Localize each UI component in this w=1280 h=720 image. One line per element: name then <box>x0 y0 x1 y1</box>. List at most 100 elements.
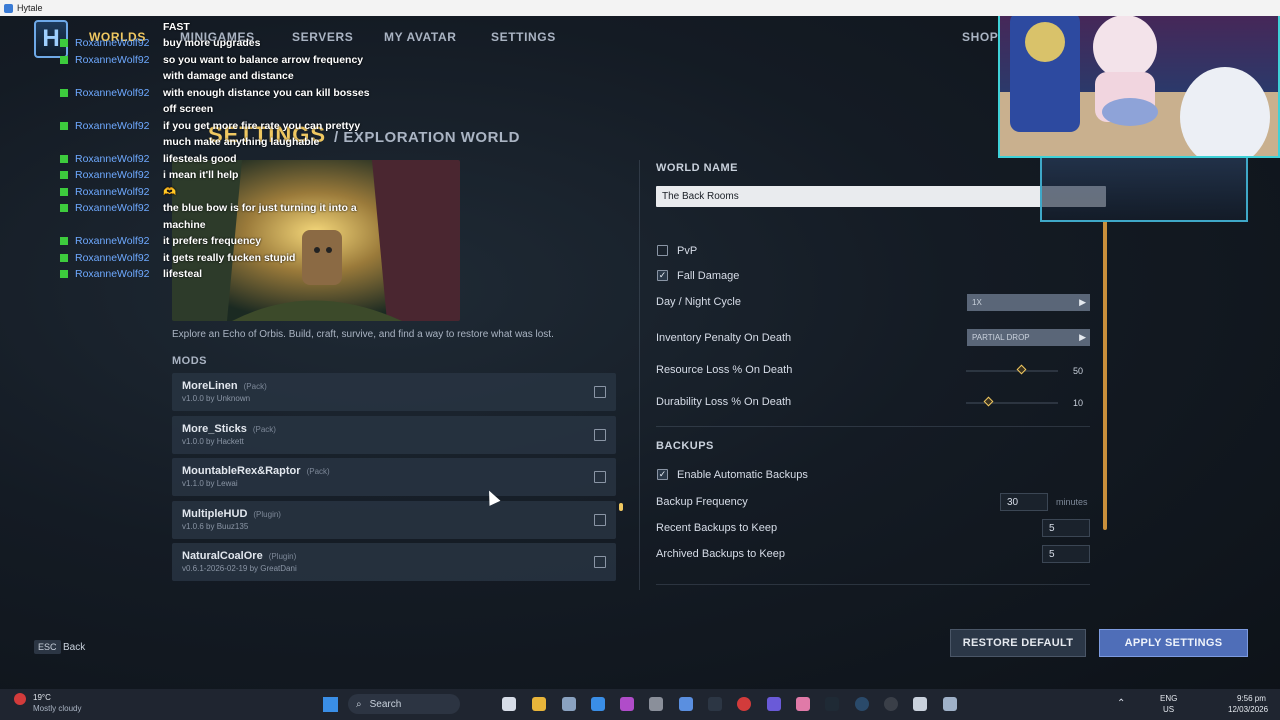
mod-checkbox[interactable] <box>594 471 606 484</box>
chat-message: the blue bow is for just turning it into… <box>163 202 357 231</box>
mod-type: (Pack) <box>243 382 267 391</box>
obs-icon[interactable] <box>884 697 898 711</box>
taskbar-search[interactable]: ⌕ Search <box>348 694 460 714</box>
mod-checkbox[interactable] <box>594 386 606 398</box>
window-titlebar: Hytale <box>0 0 1280 16</box>
mods-scrollbar[interactable] <box>619 503 623 511</box>
backup-frequency-unit: minutes <box>1056 497 1088 507</box>
chat-line: RoxanneWolf92 so you want to balance arro… <box>60 52 380 85</box>
chat-message: it prefers frequency <box>163 235 262 247</box>
discord-icon[interactable] <box>767 697 781 711</box>
pvp-checkbox[interactable] <box>657 245 668 256</box>
durability-loss-thumb[interactable] <box>983 396 994 407</box>
chat-message: i mean it'll help <box>163 169 239 181</box>
inventory-penalty-select[interactable]: PARTIAL DROP ▶ <box>967 329 1090 346</box>
chevron-right-icon: ▶ <box>1079 332 1086 342</box>
mod-row[interactable]: MountableRex&Raptor (Pack) v1.1.0 by Lewa… <box>172 458 616 497</box>
region-code[interactable]: US <box>1163 705 1174 714</box>
mod-row[interactable]: MultipleHUD (Plugin) v1.0.6 by Buuz135 <box>172 500 616 539</box>
chat-line: FAST <box>60 19 380 36</box>
clock-time[interactable]: 9:56 pm <box>1237 694 1266 703</box>
steam-icon[interactable] <box>855 697 869 711</box>
weather-desc: Mostly cloudy <box>33 704 82 713</box>
recent-backups-input[interactable]: 5 <box>1042 519 1090 537</box>
chat-badge-icon <box>60 39 68 47</box>
app-icon[interactable] <box>708 697 722 711</box>
durability-loss-slider[interactable] <box>966 402 1058 404</box>
chat-badge-icon <box>60 154 68 163</box>
chat-badge-icon <box>60 187 68 196</box>
fall-damage-checkbox[interactable]: ✓ <box>657 270 668 281</box>
world-name-label: WORLD NAME <box>656 162 738 174</box>
resource-loss-thumb[interactable] <box>1016 364 1027 375</box>
world-name-input[interactable]: The Back Rooms <box>656 186 1106 207</box>
mod-row[interactable]: NaturalCoalOre (Plugin) v0.6.1-2026-02-19… <box>172 543 616 582</box>
task-view-icon[interactable] <box>502 697 516 711</box>
world-description: Explore an Echo of Orbis. Build, craft, … <box>172 329 554 340</box>
chat-user: RoxanneWolf92 <box>75 251 150 264</box>
chat-badge-icon <box>60 121 68 130</box>
opera-icon[interactable] <box>737 697 751 711</box>
mod-name: MultipleHUD (Plugin) <box>182 508 281 520</box>
language-code[interactable]: ENG <box>1160 694 1177 703</box>
app-icon[interactable] <box>679 697 693 711</box>
app-icon[interactable] <box>913 697 927 711</box>
section-divider <box>656 584 1090 585</box>
auto-backups-checkbox[interactable]: ✓ <box>657 469 668 480</box>
nav-shop[interactable]: SHOP <box>962 30 998 44</box>
back-button[interactable]: Back <box>63 642 85 653</box>
backup-frequency-input[interactable]: 30 <box>1000 493 1048 511</box>
mod-type: (Pack) <box>306 467 330 477</box>
weather-temp: 19°C <box>33 693 51 702</box>
archived-backups-label: Archived Backups to Keep <box>656 548 786 560</box>
backup-frequency-label: Backup Frequency <box>656 496 748 508</box>
durability-loss-label: Durability Loss % On Death <box>656 396 792 408</box>
nav-settings[interactable]: SETTINGS <box>491 30 556 44</box>
chat-line: RoxanneWolf92 buy more upgrades <box>60 35 380 52</box>
chevron-up-icon[interactable]: ⌃ <box>1117 698 1125 709</box>
resource-loss-slider[interactable] <box>966 370 1058 372</box>
mod-checkbox[interactable] <box>594 513 606 526</box>
pvp-label: PvP <box>677 245 698 257</box>
mod-row[interactable]: More_Sticks (Pack) v1.0.0 by Hackett <box>172 415 616 454</box>
apply-settings-button[interactable]: APPLY SETTINGS <box>1099 629 1248 657</box>
app-icon[interactable] <box>825 697 839 711</box>
webcam-frame <box>1040 158 1248 222</box>
chat-message: FAST <box>163 20 190 33</box>
chat-line: RoxanneWolf92 lifesteals good <box>60 151 380 168</box>
chat-badge-icon <box>60 270 68 278</box>
chat-line: RoxanneWolf92 the blue bow is for just tu… <box>60 200 380 233</box>
day-night-select[interactable]: 1X ▶ <box>967 294 1090 311</box>
mods-list[interactable]: MoreLinen (Pack) v1.0.0 by Unknown More_S… <box>172 373 616 591</box>
app-icon[interactable] <box>649 697 663 711</box>
hytale-taskbar-icon[interactable] <box>943 697 957 711</box>
chat-user: RoxanneWolf92 <box>75 185 150 198</box>
clock-date[interactable]: 12/03/2026 <box>1228 705 1268 714</box>
weather-icon <box>14 693 26 705</box>
chat-badge-icon <box>60 88 68 97</box>
settings-scrollbar[interactable] <box>1103 220 1107 530</box>
chat-line: RoxanneWolf92 lifesteal <box>60 266 380 283</box>
nav-my-avatar[interactable]: MY AVATAR <box>384 30 457 44</box>
mod-version: v1.1.0 by Lewai <box>182 479 238 489</box>
chat-user <box>75 19 163 36</box>
inventory-penalty-label: Inventory Penalty On Death <box>656 332 792 344</box>
stream-chat-overlay: RoxanneWolf92AS YOU CAN SEE IT GETS STUP… <box>60 2 380 283</box>
mod-checkbox[interactable] <box>594 556 606 569</box>
chat-line: RoxanneWolf92 with enough distance you ca… <box>60 85 380 118</box>
chat-badge-icon <box>60 204 68 212</box>
archived-backups-input[interactable]: 5 <box>1042 545 1090 563</box>
restore-default-button[interactable]: RESTORE DEFAULT <box>950 629 1086 657</box>
app-icon[interactable] <box>620 697 634 711</box>
settings-icon[interactable] <box>562 697 576 711</box>
mod-version: v1.0.6 by Buuz135 <box>182 521 249 531</box>
mod-checkbox[interactable] <box>594 428 606 441</box>
chat-user: RoxanneWolf92 <box>75 86 150 99</box>
windows-start-icon[interactable] <box>323 697 338 712</box>
app-icon[interactable] <box>796 697 810 711</box>
chat-badge-icon <box>60 253 68 262</box>
app-icon[interactable] <box>591 697 605 711</box>
file-explorer-icon[interactable] <box>532 697 546 711</box>
mod-row[interactable]: MoreLinen (Pack) v1.0.0 by Unknown <box>172 373 616 411</box>
chat-message: lifesteal <box>163 268 203 280</box>
